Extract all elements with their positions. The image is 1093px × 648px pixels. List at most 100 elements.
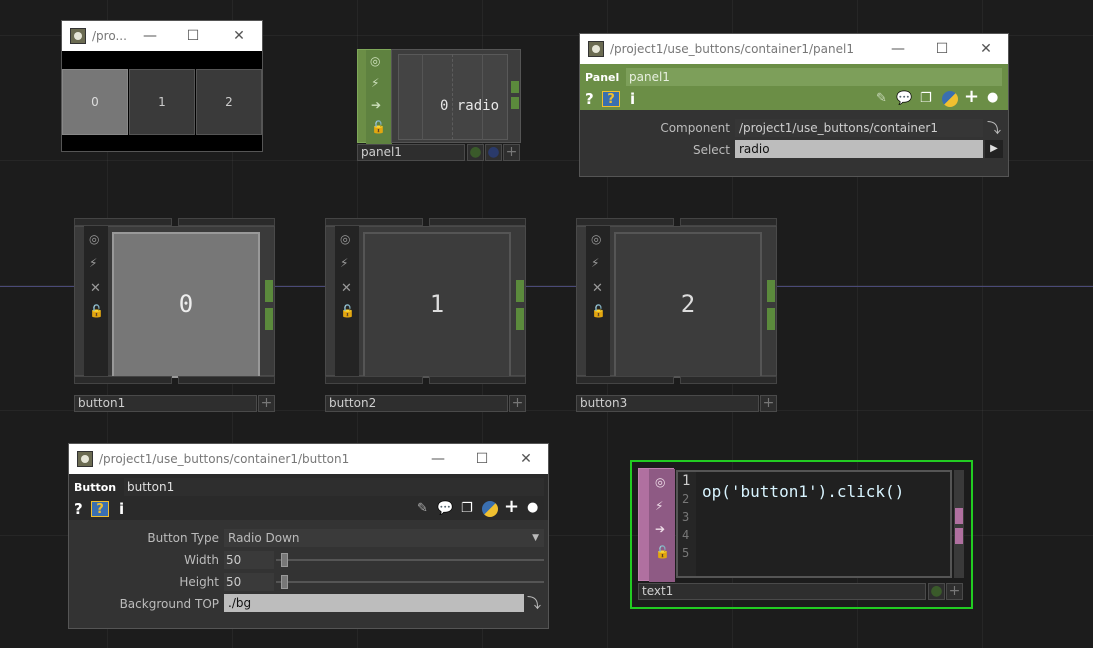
clone-icon[interactable]: ❐ — [920, 91, 932, 106]
lock-icon[interactable]: 🔓 — [89, 304, 104, 318]
output-connector[interactable] — [516, 280, 524, 302]
select-field[interactable]: radio — [735, 140, 983, 158]
component-label: Component — [660, 121, 730, 135]
viewer-toggle-icon[interactable]: ◎ — [591, 232, 601, 246]
op-name-field[interactable]: button1 — [124, 478, 544, 496]
mini-window-titlebar[interactable]: /pro... — ☐ ✕ — [62, 21, 262, 51]
edit-icon[interactable]: ✎ — [417, 501, 428, 516]
lock-icon[interactable]: 🔓 — [340, 304, 355, 318]
comment-icon[interactable]: 💬 — [896, 91, 912, 106]
drag-drop-icon[interactable]: ⤵ — [987, 118, 1001, 138]
help-icon[interactable]: ? — [585, 90, 594, 108]
help-icon[interactable]: ? — [74, 500, 83, 518]
node-viewer-dot-icon[interactable]: ● — [928, 583, 945, 600]
lock-icon[interactable]: 🔓 — [371, 120, 386, 134]
edit-icon[interactable]: ✎ — [876, 91, 887, 106]
button-node-1[interactable]: ◎ ⚡ ✕ 🔓 0 — [74, 218, 275, 384]
button-node-label[interactable]: button2 — [325, 395, 508, 412]
cook-flag-icon[interactable]: ⚡ — [591, 256, 599, 270]
op-name-field[interactable]: panel1 — [626, 68, 1002, 86]
viewer-toggle-icon[interactable]: ◎ — [89, 232, 99, 246]
width-slider-track[interactable] — [276, 559, 544, 561]
output-connector[interactable] — [767, 308, 775, 330]
button-node-3[interactable]: ◎ ⚡ ✕ 🔓 2 — [576, 218, 777, 384]
lock-icon[interactable]: 🔓 — [655, 545, 670, 559]
output-connector[interactable] — [265, 308, 273, 330]
add-node-icon[interactable]: + — [258, 395, 275, 412]
maximize-icon[interactable]: ☐ — [920, 41, 964, 57]
drag-drop-icon[interactable]: ⤵ — [527, 593, 541, 613]
add-param-icon[interactable]: + — [504, 496, 519, 517]
output-connector[interactable] — [265, 280, 273, 302]
help-box-icon[interactable]: ? — [91, 501, 109, 517]
panel-params-titlebar[interactable]: /project1/use_buttons/container1/panel1 … — [580, 34, 1008, 64]
minimize-icon[interactable]: — — [416, 451, 460, 467]
output-connector[interactable] — [955, 528, 963, 544]
text-editor[interactable]: 1 2 3 4 5 op('button1').click() — [676, 470, 952, 578]
output-connector[interactable] — [955, 508, 963, 524]
bypass-icon[interactable]: ✕ — [90, 281, 101, 296]
minimize-icon[interactable]: — — [130, 28, 170, 44]
maximize-icon[interactable]: ☐ — [460, 451, 504, 467]
output-connector[interactable] — [516, 308, 524, 330]
width-slider-handle[interactable] — [281, 553, 288, 567]
text-node-label[interactable]: text1 — [638, 583, 926, 600]
background-top-field[interactable]: ./bg — [224, 594, 524, 612]
component-field[interactable]: /project1/use_buttons/container1 — [735, 119, 983, 137]
add-node-icon[interactable]: + — [509, 395, 526, 412]
add-node-icon[interactable]: + — [760, 395, 777, 412]
export-flag-icon[interactable]: ➔ — [655, 522, 665, 536]
minimize-icon[interactable]: — — [876, 41, 920, 57]
mini-radio-button-2[interactable]: 2 — [196, 69, 262, 135]
button-node-2[interactable]: ◎ ⚡ ✕ 🔓 1 — [325, 218, 526, 384]
panel-node[interactable]: ◎ ⚡ ➔ 🔓 0 radio — [357, 49, 521, 144]
close-icon[interactable]: ✕ — [964, 41, 1008, 57]
cook-flag-icon[interactable]: ⚡ — [340, 256, 348, 270]
node-bypass-dot-icon[interactable]: ● — [485, 144, 502, 161]
help-box-icon[interactable]: ? — [602, 91, 620, 107]
python-icon[interactable] — [482, 501, 498, 517]
export-flag-icon[interactable]: ➔ — [371, 98, 381, 112]
cook-flag-icon[interactable]: ⚡ — [655, 499, 663, 513]
button-type-dropdown[interactable]: Radio Down ▼ — [224, 529, 544, 547]
node-viewer-dot-icon[interactable]: ● — [467, 144, 484, 161]
clone-icon[interactable]: ❐ — [461, 501, 473, 516]
button-node-label[interactable]: button1 — [74, 395, 257, 412]
info-icon[interactable]: i — [119, 500, 124, 518]
add-node-icon[interactable]: + — [503, 144, 520, 161]
panel-node-label[interactable]: panel1 — [357, 144, 465, 161]
record-dot-icon[interactable]: ● — [527, 500, 538, 515]
button-params-titlebar[interactable]: /project1/use_buttons/container1/button1… — [69, 444, 548, 474]
height-slider-handle[interactable] — [281, 575, 288, 589]
lock-icon[interactable]: 🔓 — [591, 304, 606, 318]
cook-flag-icon[interactable]: ⚡ — [371, 76, 379, 90]
bypass-icon[interactable]: ✕ — [341, 281, 352, 296]
info-icon[interactable]: i — [630, 90, 635, 108]
output-connector[interactable] — [511, 97, 519, 109]
cook-flag-icon[interactable]: ⚡ — [89, 256, 97, 270]
python-icon[interactable] — [942, 91, 958, 107]
maximize-icon[interactable]: ☐ — [170, 28, 216, 44]
output-connector[interactable] — [767, 280, 775, 302]
button-node-label[interactable]: button3 — [576, 395, 759, 412]
select-arrow-icon[interactable]: ▶ — [985, 140, 1003, 158]
close-icon[interactable]: ✕ — [216, 28, 262, 44]
mini-radio-button-1[interactable]: 1 — [129, 69, 195, 135]
add-param-icon[interactable]: + — [964, 86, 979, 107]
text-node[interactable]: ◎ ⚡ ➔ 🔓 1 2 3 4 5 op('button1').click() — [638, 468, 964, 582]
bypass-icon[interactable]: ✕ — [592, 281, 603, 296]
height-slider-track[interactable] — [276, 581, 544, 583]
record-dot-icon[interactable]: ● — [987, 90, 998, 105]
viewer-toggle-icon[interactable]: ◎ — [370, 54, 380, 68]
height-field[interactable]: 50 — [224, 573, 274, 591]
viewer-toggle-icon[interactable]: ◎ — [340, 232, 350, 246]
op-header: Panel panel1 ? ? i ✎ 💬 ❐ + ● — [580, 64, 1008, 110]
close-icon[interactable]: ✕ — [504, 451, 548, 467]
width-field[interactable]: 50 — [224, 551, 274, 569]
comment-icon[interactable]: 💬 — [437, 501, 453, 516]
mini-radio-button-0[interactable]: 0 — [62, 69, 128, 135]
op-name-value: button1 — [127, 480, 175, 494]
viewer-toggle-icon[interactable]: ◎ — [655, 475, 665, 489]
output-connector[interactable] — [511, 81, 519, 93]
add-node-icon[interactable]: + — [946, 583, 963, 600]
